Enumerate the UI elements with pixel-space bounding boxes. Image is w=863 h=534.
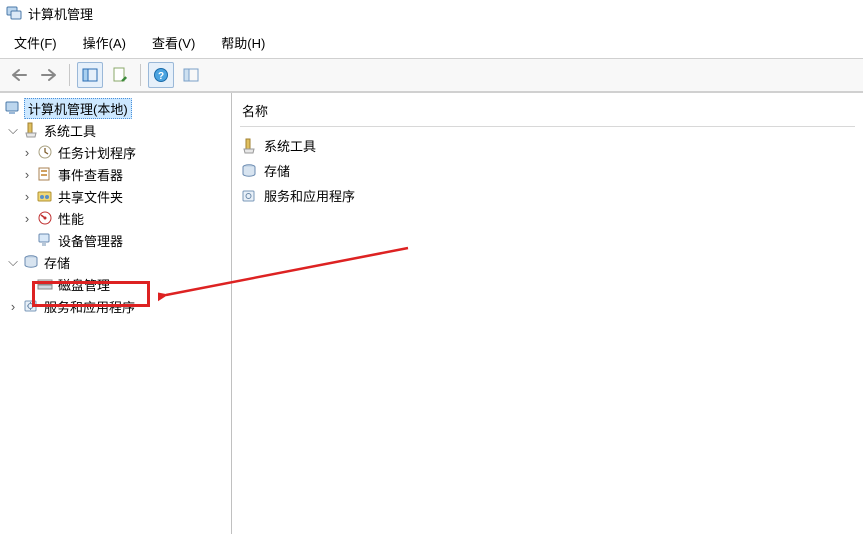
computer-management-icon bbox=[4, 100, 22, 116]
tree-label: 设备管理器 bbox=[56, 231, 125, 250]
toolbar-separator bbox=[69, 64, 70, 86]
show-hide-tree-button[interactable] bbox=[77, 62, 103, 88]
tree-node-performance[interactable]: › 性能 bbox=[2, 207, 229, 229]
menu-bar: 文件(F) 操作(A) 查看(V) 帮助(H) bbox=[0, 26, 863, 58]
chevron-right-icon[interactable]: › bbox=[20, 167, 34, 181]
menu-help[interactable]: 帮助(H) bbox=[217, 31, 269, 54]
tree-node-system-tools[interactable]: ⌵ 系统工具 bbox=[2, 119, 229, 141]
tree-node-device-manager[interactable]: 设备管理器 bbox=[2, 229, 229, 251]
menu-file[interactable]: 文件(F) bbox=[10, 31, 61, 54]
clock-icon bbox=[36, 144, 54, 160]
device-manager-icon bbox=[36, 232, 54, 248]
app-icon bbox=[6, 5, 22, 21]
chevron-down-icon[interactable]: ⌵ bbox=[6, 123, 20, 137]
list-item[interactable]: 服务和应用程序 bbox=[240, 183, 855, 208]
help-button[interactable]: ? bbox=[148, 62, 174, 88]
tree-label: 性能 bbox=[56, 209, 86, 228]
menu-action[interactable]: 操作(A) bbox=[79, 31, 130, 54]
disk-management-icon bbox=[36, 276, 54, 292]
tree-node-disk-management[interactable]: 磁盘管理 bbox=[2, 273, 229, 295]
tree-label: 任务计划程序 bbox=[56, 143, 138, 162]
menu-view[interactable]: 查看(V) bbox=[148, 31, 199, 54]
tree-node-task-scheduler[interactable]: › 任务计划程序 bbox=[2, 141, 229, 163]
list-item-label: 存储 bbox=[264, 161, 290, 180]
list-item-label: 服务和应用程序 bbox=[264, 186, 355, 205]
tree-label: 事件查看器 bbox=[56, 165, 125, 184]
tree-label: 磁盘管理 bbox=[56, 275, 112, 294]
tree-label: 共享文件夹 bbox=[56, 187, 125, 206]
nav-forward-button[interactable] bbox=[36, 62, 62, 88]
chevron-right-icon[interactable]: › bbox=[20, 189, 34, 203]
list-item-label: 系统工具 bbox=[264, 136, 316, 155]
nav-back-button[interactable] bbox=[6, 62, 32, 88]
details-pane: 名称 系统工具 存储 服务和应用程序 bbox=[232, 93, 863, 534]
storage-icon bbox=[240, 163, 258, 179]
list-item[interactable]: 系统工具 bbox=[240, 133, 855, 158]
refresh-button[interactable] bbox=[178, 62, 204, 88]
tree-node-storage[interactable]: ⌵ 存储 bbox=[2, 251, 229, 273]
svg-text:?: ? bbox=[158, 71, 164, 82]
performance-icon bbox=[36, 210, 54, 226]
list-item[interactable]: 存储 bbox=[240, 158, 855, 183]
tree-label: 存储 bbox=[42, 253, 72, 272]
system-tools-icon bbox=[22, 122, 40, 138]
properties-button[interactable] bbox=[107, 62, 133, 88]
chevron-down-icon[interactable]: ⌵ bbox=[6, 255, 20, 269]
chevron-right-icon[interactable]: › bbox=[20, 211, 34, 225]
chevron-right-icon[interactable]: › bbox=[6, 299, 20, 313]
tree-label: 计算机管理(本地) bbox=[24, 98, 132, 119]
toolbar-separator bbox=[140, 64, 141, 86]
column-header-name[interactable]: 名称 bbox=[240, 97, 855, 127]
chevron-right-icon[interactable]: › bbox=[20, 145, 34, 159]
tree-label: 服务和应用程序 bbox=[42, 297, 137, 316]
toolbar: ? bbox=[0, 58, 863, 92]
services-apps-icon bbox=[22, 298, 40, 314]
tree-node-event-viewer[interactable]: › 事件查看器 bbox=[2, 163, 229, 185]
navigation-tree[interactable]: 计算机管理(本地) ⌵ 系统工具 › 任务计划程序 › 事件查看器 › bbox=[0, 93, 232, 534]
tree-root-computer-management[interactable]: 计算机管理(本地) bbox=[2, 97, 229, 119]
window-title: 计算机管理 bbox=[28, 4, 93, 23]
event-viewer-icon bbox=[36, 166, 54, 182]
content-area: 计算机管理(本地) ⌵ 系统工具 › 任务计划程序 › 事件查看器 › bbox=[0, 92, 863, 534]
storage-icon bbox=[22, 254, 40, 270]
shared-folders-icon bbox=[36, 188, 54, 204]
system-tools-icon bbox=[240, 138, 258, 154]
tree-node-services-apps[interactable]: › 服务和应用程序 bbox=[2, 295, 229, 317]
tree-label: 系统工具 bbox=[42, 121, 98, 140]
services-apps-icon bbox=[240, 188, 258, 204]
tree-node-shared-folders[interactable]: › 共享文件夹 bbox=[2, 185, 229, 207]
title-bar: 计算机管理 bbox=[0, 0, 863, 26]
